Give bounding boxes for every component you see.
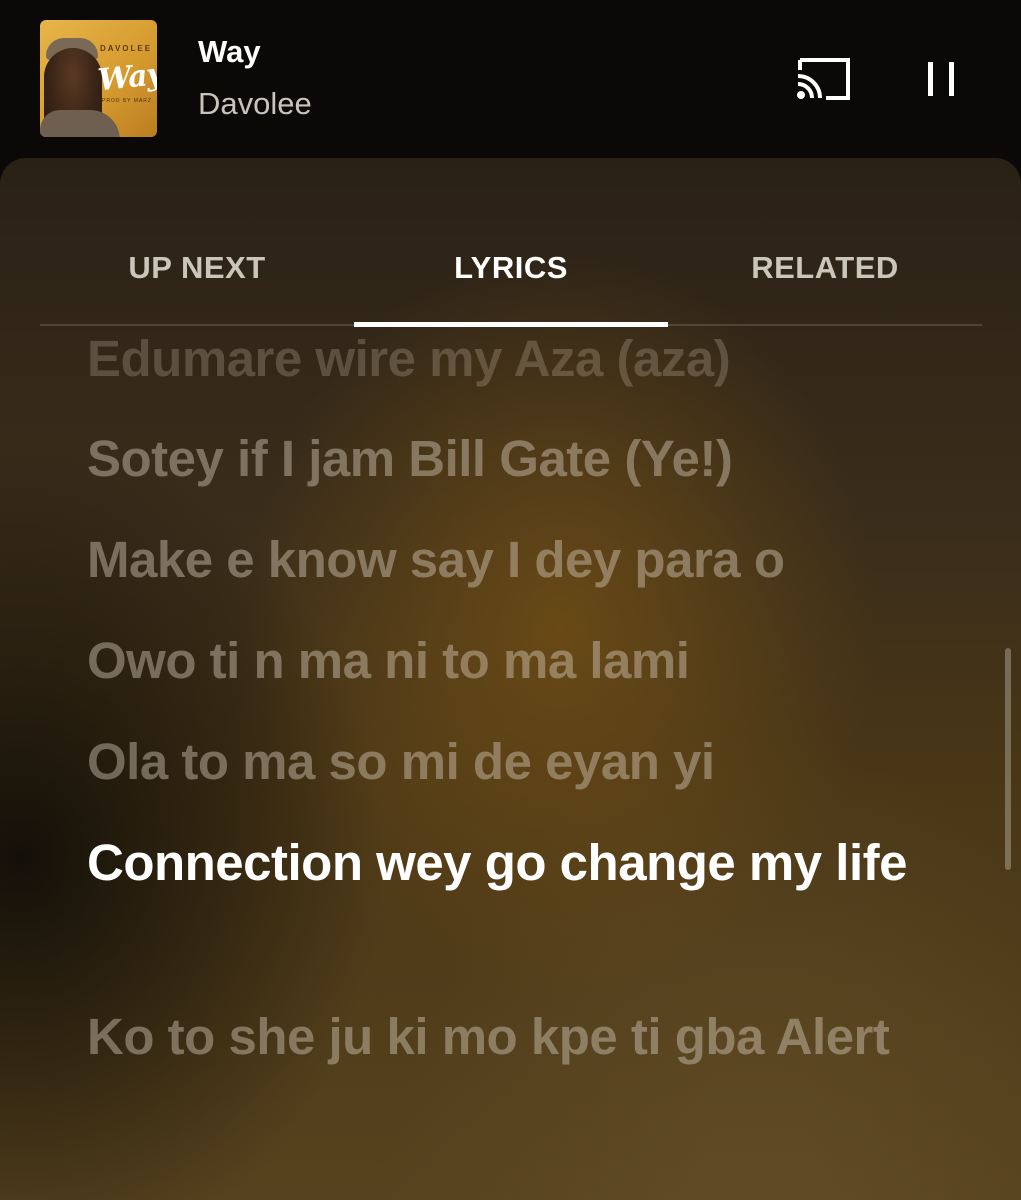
- album-art[interactable]: DAVOLEE Way PROD BY MARZ: [40, 20, 157, 137]
- player-sheet: UP NEXT LYRICS RELATED Edumare wire my A…: [0, 158, 1021, 1200]
- lyric-line: Ko to she ju ki mo kpe ti gba Alert: [87, 1008, 890, 1065]
- lyrics-list[interactable]: Edumare wire my Aza (aza) Sotey if I jam…: [0, 330, 1021, 1200]
- album-art-title-text: Way: [96, 56, 157, 99]
- lyric-line: Owo ti n ma ni to ma lami: [87, 632, 690, 689]
- song-artist[interactable]: Davolee: [198, 86, 312, 122]
- lyric-line: Sotey if I jam Bill Gate (Ye!): [87, 430, 733, 487]
- mini-player[interactable]: DAVOLEE Way PROD BY MARZ Way Davolee: [0, 0, 1021, 160]
- tab-related[interactable]: RELATED: [668, 250, 982, 290]
- tab-selected-indicator: [354, 322, 668, 327]
- lyric-line: Edumare wire my Aza (aza): [87, 330, 731, 387]
- tab-lyrics[interactable]: LYRICS: [354, 250, 668, 290]
- now-playing-screen: DAVOLEE Way PROD BY MARZ Way Davolee UP …: [0, 0, 1021, 1200]
- cast-icon: [797, 58, 850, 100]
- tab-bar: UP NEXT LYRICS RELATED: [40, 158, 982, 328]
- song-title[interactable]: Way: [198, 34, 261, 70]
- album-art-body: [40, 110, 120, 137]
- album-art-sub-text: PROD BY MARZ: [102, 98, 152, 104]
- lyrics-scrollbar[interactable]: [1005, 648, 1011, 870]
- lyric-line: Make e know say I dey para o: [87, 531, 785, 588]
- pause-button[interactable]: [918, 58, 964, 100]
- album-art-artist-text: DAVOLEE: [100, 44, 153, 53]
- cast-button[interactable]: [792, 56, 852, 102]
- pause-icon: [928, 62, 954, 96]
- lyric-line-active: Connection wey go change my life: [87, 834, 907, 891]
- tab-up-next[interactable]: UP NEXT: [40, 250, 354, 290]
- lyric-line: Ola to ma so mi de eyan yi: [87, 733, 715, 790]
